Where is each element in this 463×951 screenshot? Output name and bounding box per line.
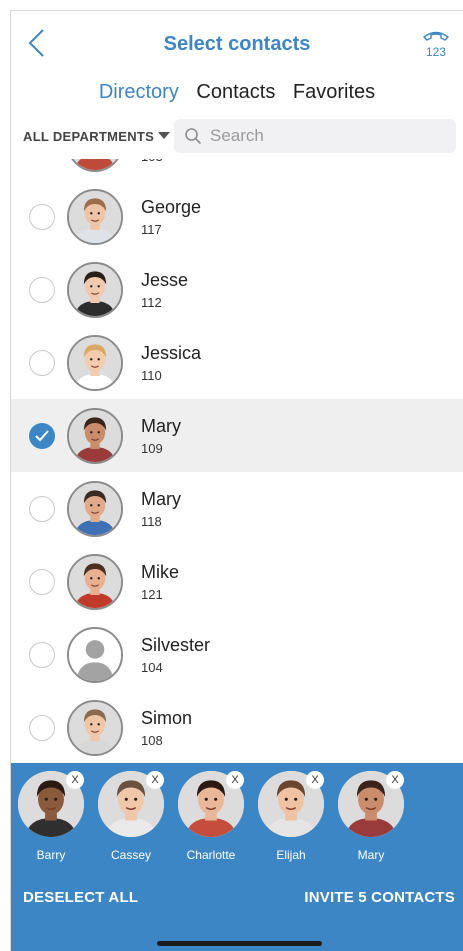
contact-extension: 109 [141,441,163,456]
selected-contact-name: Cassey [110,848,151,862]
remove-contact-button[interactable]: X [66,771,84,789]
page-title: Select contacts [163,33,311,55]
contact-row[interactable]: Jessica 110 [11,326,463,399]
avatar-photo [69,191,121,243]
avatar-photo [69,410,121,462]
contact-row[interactable]: Mary 118 [11,472,463,545]
avatar-photo [69,337,121,389]
contact-extension: 118 [141,514,162,529]
search-box [174,119,456,153]
remove-contact-button[interactable]: X [386,771,404,789]
invite-button[interactable]: INVITE 5 CONTACTS [304,889,455,906]
avatar [67,159,123,172]
contact-row[interactable]: Mary 109 [11,399,463,472]
tab-bar: Directory Contacts Favorites [11,81,463,104]
tab-contacts[interactable]: Contacts [196,81,275,104]
contact-extension: 117 [141,222,162,237]
remove-contact-button[interactable]: X [306,771,324,789]
department-dropdown[interactable]: ALL DEPARTMENTS [23,129,171,144]
search-icon [185,128,202,145]
search-input[interactable] [210,119,450,153]
contact-extension: 121 [141,587,163,602]
checkbox-unchecked[interactable] [29,642,55,668]
avatar-photo [69,556,121,608]
selected-contact-chip[interactable]: X Charlotte [176,771,246,871]
checkbox-unchecked[interactable] [29,496,55,522]
contact-name: Silvester [141,635,211,655]
contact-row[interactable]: Silvester 104 [11,618,463,691]
selected-contact-name: Barry [36,848,66,862]
contact-list[interactable]: 103George117Jesse112Jessica110Mary109Mar… [11,159,463,763]
contact-extension: 108 [141,733,163,748]
selected-contacts-bar: DESELECT ALL INVITE 5 CONTACTS X Barry X Ca… [11,763,463,951]
avatar [67,481,123,537]
checkbox-unchecked[interactable] [29,277,55,303]
contact-extension: 110 [141,368,162,383]
tab-favorites[interactable]: Favorites [293,81,375,104]
avatar [67,408,123,464]
checkbox-unchecked[interactable] [29,350,55,376]
selected-contact-name: Elijah [276,848,306,862]
checkbox-unchecked[interactable] [29,204,55,230]
app-screen: Select contacts 123 Directory Contacts F… [10,10,463,951]
contact-row[interactable]: Mike 121 [11,545,463,618]
avatar-placeholder-icon [69,629,121,681]
contact-name: Jessica [141,343,202,363]
contact-row[interactable]: 103 [11,159,463,180]
avatar-photo [69,702,121,754]
contact-extension: 112 [141,295,162,310]
contact-name: Jesse [141,270,189,290]
contact-row[interactable]: Jesse 112 [11,253,463,326]
avatar [67,700,123,756]
avatar-photo [69,483,121,535]
selected-contact-chip[interactable]: X Cassey [96,771,166,871]
home-indicator [157,941,322,946]
action-row: DESELECT ALL INVITE 5 CONTACTS [23,889,455,911]
selected-contact-chip[interactable]: X Elijah [256,771,326,871]
tab-directory[interactable]: Directory [99,81,179,104]
avatar [67,262,123,318]
avatar-photo [69,159,121,170]
avatar [67,335,123,391]
selected-contact-chip[interactable]: X Mary [336,771,406,871]
avatar [67,554,123,610]
contact-name: George [141,197,202,217]
deselect-all-button[interactable]: DESELECT ALL [23,889,138,906]
contact-name: Mike [141,562,180,582]
selected-contact-chip[interactable]: X Barry [16,771,86,871]
contact-name: Mary [141,489,181,509]
contact-name: Simon [141,708,193,728]
remove-contact-button[interactable]: X [226,771,244,789]
remove-contact-button[interactable]: X [146,771,164,789]
avatar-photo [69,264,121,316]
phone-keypad-icon: 123 [422,31,450,59]
checkmark-icon [35,430,49,442]
checkbox-unchecked[interactable] [29,715,55,741]
caret-down-icon [158,132,171,139]
contact-extension: 104 [141,660,163,675]
contact-row[interactable]: Simon 108 [11,691,463,763]
contact-extension: 103 [141,159,163,164]
filter-row: ALL DEPARTMENTS [11,119,463,155]
header: Select contacts 123 [11,11,463,75]
keypad-label: 123 [426,45,446,59]
contact-name: Mary [141,416,181,436]
avatar [67,627,123,683]
contact-row[interactable]: George 117 [11,180,463,253]
selected-contact-name: Mary [357,848,385,862]
avatar [67,189,123,245]
department-label: ALL DEPARTMENTS [23,129,155,144]
checkbox-checked[interactable] [29,423,55,449]
keypad-button[interactable]: 123 [421,29,451,59]
checkbox-unchecked[interactable] [29,569,55,595]
selected-contact-name: Charlotte [186,848,236,862]
